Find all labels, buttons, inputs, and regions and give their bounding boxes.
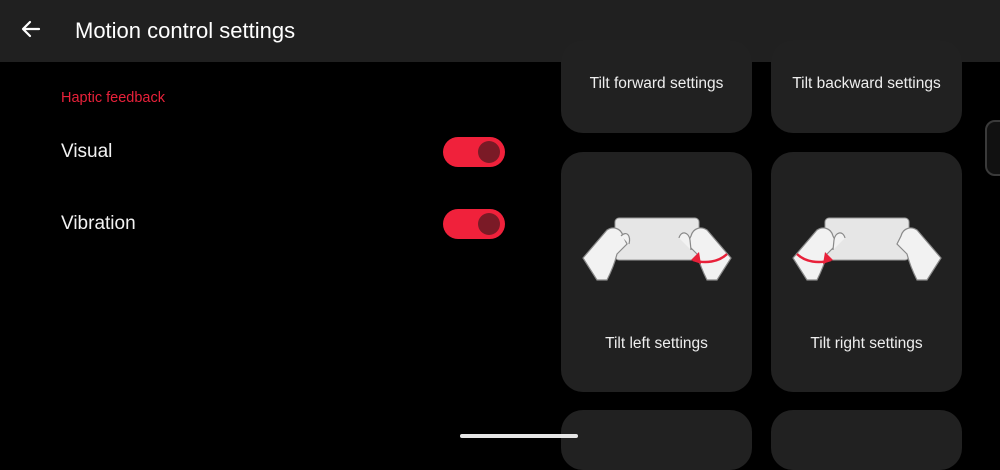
tilt-left-card[interactable]: Tilt left settings bbox=[561, 152, 752, 392]
tilt-forward-label: Tilt forward settings bbox=[589, 75, 724, 92]
visual-label: Visual bbox=[61, 141, 113, 162]
hands-tilt-right-icon bbox=[787, 210, 947, 290]
tilt-forward-card[interactable]: Tilt forward settings bbox=[561, 40, 752, 133]
toggle-knob bbox=[478, 213, 500, 235]
tilt-left-label: Tilt left settings bbox=[605, 335, 708, 352]
home-indicator[interactable] bbox=[460, 434, 578, 438]
vibration-label: Vibration bbox=[61, 213, 136, 234]
hands-tilt-left-icon bbox=[577, 210, 737, 290]
toggle-knob bbox=[478, 141, 500, 163]
vibration-toggle[interactable] bbox=[443, 209, 505, 239]
back-button[interactable] bbox=[14, 14, 48, 48]
visual-toggle[interactable] bbox=[443, 137, 505, 167]
tilt-backward-label: Tilt backward settings bbox=[792, 75, 941, 92]
card-partial[interactable] bbox=[771, 410, 962, 470]
page-title: Motion control settings bbox=[75, 18, 296, 43]
section-header-haptic-feedback: Haptic feedback bbox=[61, 90, 165, 106]
arrow-left-icon bbox=[20, 18, 42, 45]
side-panel-handle[interactable] bbox=[985, 120, 1000, 176]
tilt-right-card[interactable]: Tilt right settings bbox=[771, 152, 962, 392]
card-partial[interactable] bbox=[561, 410, 752, 470]
tilt-right-label: Tilt right settings bbox=[810, 335, 923, 352]
tilt-backward-card[interactable]: Tilt backward settings bbox=[771, 40, 962, 133]
